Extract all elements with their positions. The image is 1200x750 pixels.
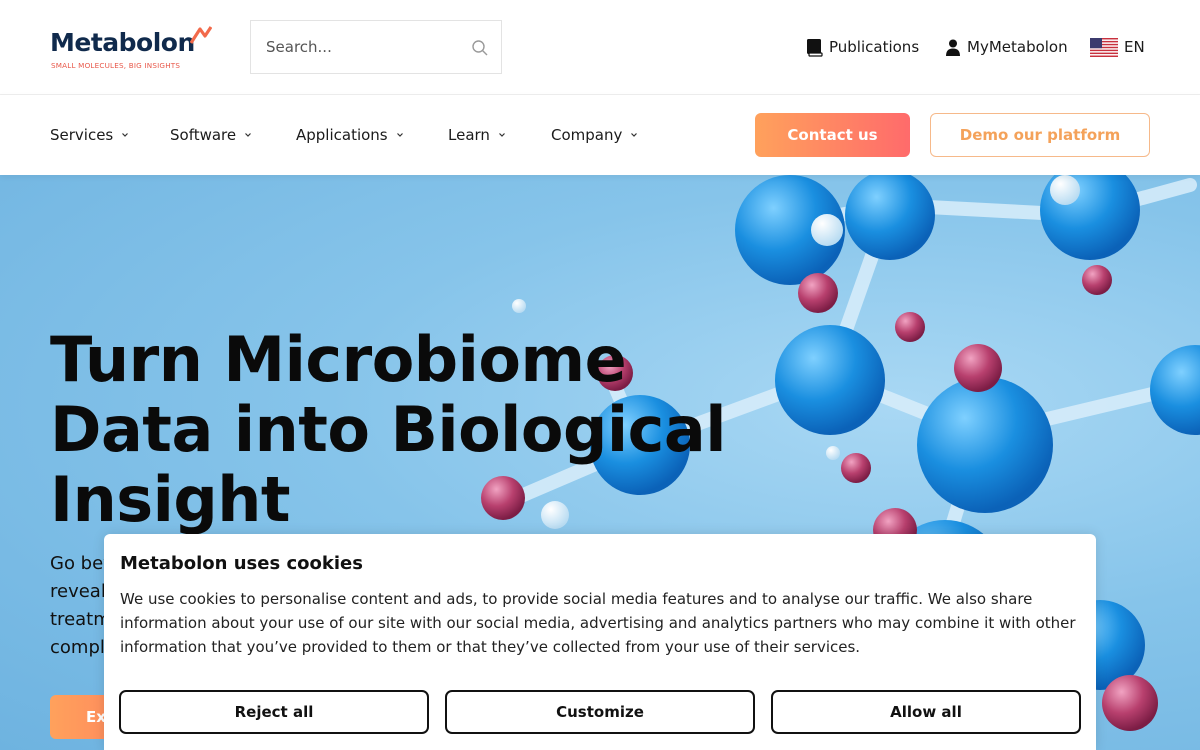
cookie-title: Metabolon uses cookies: [120, 553, 363, 574]
top-header: Metabolon SMALL MOLECULES, BIG INSIGHTS …: [0, 0, 1200, 95]
nav-item-services[interactable]: Services: [50, 124, 129, 146]
hero-text-fragment: treatm: [50, 609, 110, 630]
reject-all-button[interactable]: Reject all: [119, 690, 429, 734]
publications-label: Publications: [829, 38, 920, 56]
hero-description: Go bey reveal treatm compl: [50, 550, 110, 662]
publications-link[interactable]: Publications: [806, 36, 919, 58]
customize-button[interactable]: Customize: [445, 690, 755, 734]
hero-text-fragment: Go bey: [50, 553, 110, 574]
hero-title-line: Turn Microbiome: [50, 323, 627, 396]
nav-item-label: Software: [170, 126, 237, 144]
chevron-down-icon: [396, 133, 403, 137]
user-icon: [946, 39, 960, 56]
language-selector[interactable]: EN: [1090, 36, 1145, 58]
metabolon-logo[interactable]: Metabolon SMALL MOLECULES, BIG INSIGHTS: [50, 24, 215, 72]
nav-item-label: Company: [551, 126, 623, 144]
nav-item-software[interactable]: Software: [170, 124, 252, 146]
hero-title-line: Insight: [50, 463, 291, 536]
cookie-description: We use cookies to personalise content an…: [120, 590, 1076, 656]
nav-item-label: Services: [50, 126, 114, 144]
chevron-down-icon: [499, 133, 505, 137]
nav-item-label: Learn: [448, 126, 490, 144]
cookie-consent-dialog: Metabolon uses cookies We use cookies to…: [104, 534, 1096, 750]
nav-item-learn[interactable]: Learn: [448, 124, 506, 146]
allow-all-button[interactable]: Allow all: [771, 690, 1081, 734]
hero-title: Turn Microbiome Data into Biological Ins…: [50, 325, 750, 535]
nav-item-applications[interactable]: Applications: [296, 124, 404, 146]
my-account-label: MyMetabolon: [967, 38, 1068, 56]
logo-peak-icon: [190, 26, 212, 44]
us-flag-icon: [1090, 37, 1118, 57]
logo-tagline: SMALL MOLECULES, BIG INSIGHTS: [51, 61, 181, 70]
hero-text-fragment: reveal: [50, 581, 106, 602]
contact-us-button[interactable]: Contact us: [755, 113, 910, 157]
hero-text-fragment: compl: [50, 637, 105, 658]
chevron-down-icon: [631, 133, 638, 137]
main-nav: Services Software Applications Learn Com…: [0, 95, 1200, 175]
search-icon[interactable]: [471, 39, 489, 57]
search-box: [250, 20, 502, 74]
nav-item-company[interactable]: Company: [551, 124, 638, 146]
book-icon: [807, 38, 823, 57]
chevron-down-icon: [245, 133, 252, 137]
hero-title-line: Data into Biological: [50, 393, 727, 466]
demo-platform-button[interactable]: Demo our platform: [930, 113, 1150, 157]
logo-wordmark: Metabolon: [50, 28, 195, 57]
language-label: EN: [1124, 38, 1145, 56]
chevron-down-icon: [122, 133, 129, 137]
search-input[interactable]: [251, 21, 471, 73]
my-account-link[interactable]: MyMetabolon: [945, 36, 1068, 58]
nav-item-label: Applications: [296, 126, 388, 144]
